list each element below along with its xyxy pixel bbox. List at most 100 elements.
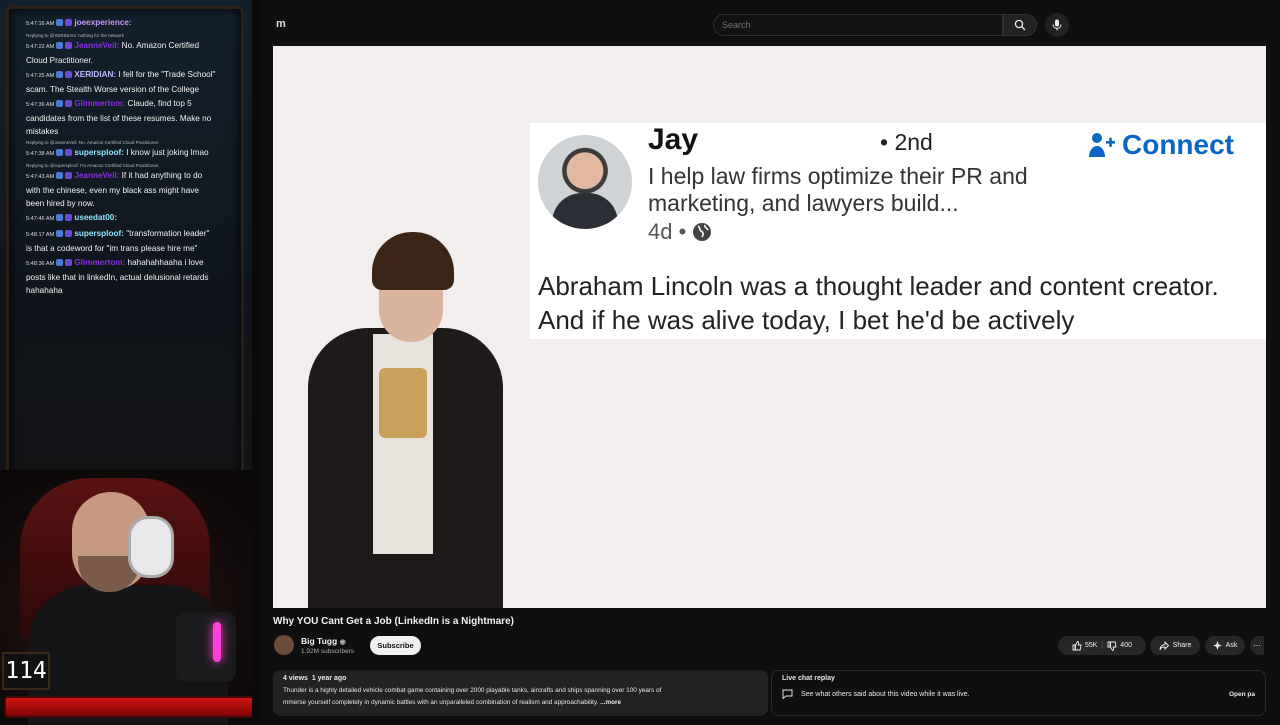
post-age: 4d • — [648, 219, 712, 245]
share-button[interactable]: Share — [1150, 636, 1200, 655]
chat-timestamp: 5:47:46 AM — [26, 216, 55, 222]
chat-username[interactable]: JeanneVeil: — [74, 171, 119, 180]
more-icon: ⋯ — [1253, 642, 1261, 650]
video-title: Why YOU Cant Get a Job (LinkedIn is a Ni… — [273, 616, 514, 627]
connect-label: Connect — [1122, 129, 1234, 160]
chat-timestamp: 5:47:38 AM — [26, 151, 55, 157]
dislike-button[interactable]: 400 — [1107, 641, 1132, 651]
tier-badge-icon — [65, 214, 73, 222]
live-chat-replay-panel: Live chat replay See what others said ab… — [771, 670, 1266, 716]
open-panel-button[interactable]: Open pa — [1229, 691, 1255, 698]
chat-username[interactable]: Glimmertom: — [74, 99, 125, 108]
thumbs-down-icon — [1107, 641, 1117, 651]
chat-timestamp: 5:48:36 AM — [26, 261, 55, 267]
sub-badge-icon — [56, 19, 64, 27]
chat-timestamp: 5:47:25 AM — [26, 73, 55, 79]
chat-message: 5:47:36 AM Glimmertom: Claude, find top 5… — [26, 97, 216, 138]
sub-badge-icon — [56, 172, 64, 180]
channel-subscribers: 1.92M subscribers — [301, 648, 355, 655]
sub-badge-icon — [56, 259, 64, 267]
dislike-count: 400 — [1120, 642, 1132, 649]
youtuber-hair — [372, 232, 454, 290]
description-line-2-wrap: mmerse yourself completely in dynamic ba… — [283, 697, 758, 709]
tier-badge-icon — [65, 259, 73, 267]
sparkle-icon — [1212, 641, 1222, 650]
mic-light — [213, 622, 221, 662]
stream-counter: 114 — [2, 652, 50, 690]
description-more-link[interactable]: ...more — [600, 699, 621, 706]
linkedin-post: Jay • 2nd Connect I help law firms optim… — [530, 123, 1266, 339]
chat-username[interactable]: joeexperience: — [74, 18, 131, 27]
connection-degree: • 2nd — [880, 129, 933, 155]
youtube-logo-fragment[interactable]: m — [276, 18, 286, 30]
search-button[interactable] — [1003, 14, 1037, 36]
sub-badge-icon — [56, 71, 64, 79]
chat-text: I fell for the "Trade School" scam. The … — [26, 70, 216, 94]
share-label: Share — [1172, 642, 1192, 649]
description-meta: 4 views 1 year ago — [283, 673, 758, 685]
microphone-icon — [1052, 19, 1062, 31]
chat-message: Replying to @supersploof: I'm Amazon Cer… — [26, 162, 216, 210]
more-actions-button[interactable]: ⋯ — [1250, 636, 1264, 655]
divider — [252, 0, 260, 720]
ask-button[interactable]: Ask — [1205, 636, 1245, 655]
chat-message: Replying to @XERIDIAN: nothing for the n… — [26, 32, 216, 67]
tier-badge-icon — [65, 42, 73, 50]
tier-badge-icon — [65, 19, 73, 27]
search-input[interactable] — [713, 14, 1003, 36]
chat-timestamp: 5:47:22 AM — [26, 44, 55, 50]
chat-username[interactable]: JeanneVeil: — [74, 41, 119, 50]
like-count: 55K — [1085, 642, 1098, 649]
chat-message: 5:47:16 AM joeexperience: — [26, 16, 216, 31]
chat-message: 5:47:46 AM useedat00: — [26, 211, 216, 226]
chat-list: 5:47:16 AM joeexperience: Replying to @XE… — [26, 16, 216, 298]
channel-name-text: Big Tugg — [301, 636, 338, 646]
sub-badge-icon — [56, 149, 64, 157]
reply-preview: Replying to @XERIDIAN: nothing for the n… — [26, 33, 124, 38]
chat-bubble-icon — [782, 689, 793, 699]
video-player[interactable]: Jay • 2nd Connect I help law firms optim… — [273, 46, 1266, 608]
like-divider: | — [1101, 642, 1104, 649]
chat-message: Replying to @JeanneVeil: No. Amazon Cert… — [26, 139, 216, 161]
reply-preview: Replying to @supersploof: I'm Amazon Cer… — [26, 163, 160, 168]
chat-text: I know just joking lmao — [126, 148, 209, 157]
video-description[interactable]: 4 views 1 year ago Thunder is a highly d… — [273, 670, 768, 716]
tier-badge-icon — [65, 230, 73, 238]
channel-name[interactable]: Big Tugg ◉ — [301, 636, 346, 646]
tier-badge-icon — [65, 149, 73, 157]
avatar — [538, 135, 632, 229]
description-line-2: mmerse yourself completely in dynamic ba… — [283, 699, 599, 706]
tshirt-print — [379, 368, 427, 438]
like-dislike-group: 55K | 400 — [1058, 636, 1146, 655]
headphones — [128, 516, 174, 578]
description-line-1: Thunder is a highly detailed vehicle com… — [283, 687, 662, 694]
sub-badge-icon — [56, 100, 64, 108]
chat-username[interactable]: supersploof: — [74, 229, 124, 238]
chat-username[interactable]: XERIDIAN: — [74, 70, 116, 79]
connect-button: Connect — [1086, 129, 1234, 161]
microphone — [176, 612, 236, 682]
live-chat-row: See what others said about this video wh… — [782, 689, 1255, 699]
subscribe-button[interactable]: Subscribe — [370, 636, 421, 655]
chat-message: 5:48:36 AM Glimmertom: hahahahhaaha i lov… — [26, 256, 216, 297]
chat-username[interactable]: supersploof: — [74, 148, 124, 157]
youtuber-tshirt — [373, 334, 433, 554]
share-icon — [1159, 640, 1169, 650]
chat-timestamp: 5:47:43 AM — [26, 174, 55, 180]
voice-search-button[interactable] — [1045, 13, 1069, 37]
tier-badge-icon — [65, 71, 73, 79]
chat-username[interactable]: useedat00: — [74, 213, 117, 222]
reply-preview: Replying to @JeanneVeil: No. Amazon Cert… — [26, 140, 160, 145]
chat-timestamp: 5:47:36 AM — [26, 102, 55, 108]
right-edge — [1266, 0, 1280, 720]
like-button[interactable]: 55K — [1072, 640, 1098, 651]
sub-badge-icon — [56, 42, 64, 50]
upload-age: 1 year ago — [311, 675, 347, 682]
channel-avatar[interactable] — [274, 635, 294, 655]
live-chat-title: Live chat replay — [782, 675, 835, 682]
post-author-name: Jay — [648, 123, 699, 156]
view-count: 4 views — [283, 675, 308, 682]
chat-username[interactable]: Glimmertom: — [74, 258, 125, 267]
tier-badge-icon — [65, 172, 73, 180]
chat-timestamp: 5:48:17 AM — [26, 232, 55, 238]
